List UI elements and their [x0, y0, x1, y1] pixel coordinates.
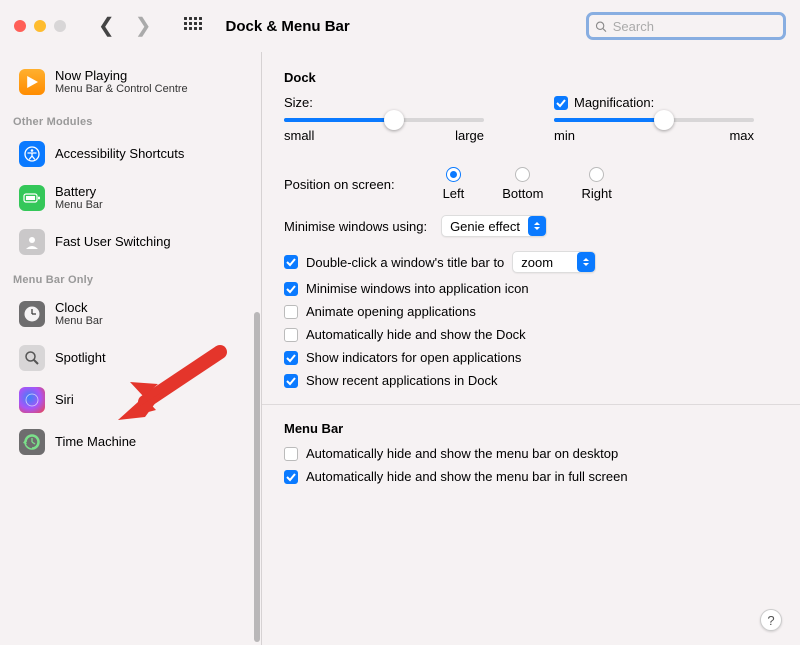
- menubar-section-title: Menu Bar: [284, 421, 778, 436]
- doubleclick-value: zoom: [521, 255, 569, 270]
- sidebar-item-sub: Menu Bar: [55, 315, 103, 328]
- minimise-using-value: Genie effect: [450, 219, 520, 234]
- sidebar-item-label: Time Machine: [55, 434, 136, 450]
- opt-label: Automatically hide and show the menu bar…: [306, 446, 618, 461]
- magnification-checkbox[interactable]: [554, 96, 568, 110]
- forward-button[interactable]: ❯: [135, 16, 152, 36]
- siri-icon: [19, 387, 45, 413]
- search-input[interactable]: [613, 19, 777, 34]
- sidebar: Now Playing Menu Bar & Control Centre Ot…: [0, 52, 261, 645]
- minimise-using-label: Minimise windows using:: [284, 219, 427, 234]
- position-right-label: Right: [581, 186, 611, 201]
- sidebar-item-label: Accessibility Shortcuts: [55, 146, 184, 162]
- opt-label: Automatically hide and show the menu bar…: [306, 469, 628, 484]
- opt-label: Automatically hide and show the Dock: [306, 327, 526, 342]
- opt-label: Show recent applications in Dock: [306, 373, 498, 388]
- menubar-autohide-desktop-checkbox[interactable]: [284, 447, 298, 461]
- sidebar-item-label: Now Playing: [55, 68, 188, 84]
- search-field[interactable]: [586, 12, 786, 40]
- position-bottom-label: Bottom: [502, 186, 543, 201]
- sidebar-item-clock[interactable]: Clock Menu Bar: [9, 292, 255, 336]
- mag-max-label: max: [729, 128, 754, 143]
- sidebar-item-accessibility-shortcuts[interactable]: Accessibility Shortcuts: [9, 134, 255, 174]
- nav-arrows: ❮ ❯: [98, 16, 152, 36]
- sidebar-item-label: Fast User Switching: [55, 234, 171, 250]
- window-title: Dock & Menu Bar: [226, 18, 350, 35]
- position-left-radio[interactable]: [446, 167, 461, 182]
- show-all-icon[interactable]: [184, 17, 202, 35]
- sidebar-item-time-machine[interactable]: Time Machine: [9, 422, 255, 462]
- position-right-radio[interactable]: [589, 167, 604, 182]
- user-icon: [19, 229, 45, 255]
- time-machine-icon: [19, 429, 45, 455]
- opt-autohide-dock-checkbox[interactable]: [284, 328, 298, 342]
- main-split: Now Playing Menu Bar & Control Centre Ot…: [0, 52, 800, 645]
- sidebar-item-spotlight[interactable]: Spotlight: [9, 338, 255, 378]
- maximize-button[interactable]: [54, 20, 66, 32]
- opt-label: Show indicators for open applications: [306, 350, 521, 365]
- position-bottom-radio[interactable]: [515, 167, 530, 182]
- now-playing-icon: [19, 69, 45, 95]
- magnification-label: Magnification:: [574, 95, 654, 110]
- help-button[interactable]: ?: [760, 609, 782, 631]
- size-label: Size:: [284, 95, 313, 110]
- doubleclick-checkbox[interactable]: [284, 255, 298, 269]
- magnification-slider[interactable]: [554, 118, 754, 122]
- menubar-autohide-fullscreen-checkbox[interactable]: [284, 470, 298, 484]
- mag-min-label: min: [554, 128, 575, 143]
- sidebar-item-sub: Menu Bar & Control Centre: [55, 83, 188, 96]
- clock-icon: [19, 301, 45, 327]
- size-max-label: large: [455, 128, 484, 143]
- doubleclick-label: Double-click a window's title bar to: [306, 255, 504, 270]
- select-caret-icon: [577, 252, 595, 272]
- sidebar-item-battery[interactable]: Battery Menu Bar: [9, 176, 255, 220]
- sidebar-section-menubar-only: Menu Bar Only: [3, 264, 261, 290]
- opt-recent-apps-checkbox[interactable]: [284, 374, 298, 388]
- opt-label: Animate opening applications: [306, 304, 476, 319]
- spotlight-icon: [19, 345, 45, 371]
- close-button[interactable]: [14, 20, 26, 32]
- doubleclick-select[interactable]: zoom: [512, 251, 596, 273]
- position-label: Position on screen:: [284, 177, 395, 192]
- sidebar-item-now-playing[interactable]: Now Playing Menu Bar & Control Centre: [9, 60, 255, 104]
- opt-minimise-into-icon-checkbox[interactable]: [284, 282, 298, 296]
- sidebar-item-sub: Menu Bar: [55, 199, 103, 212]
- sidebar-section-other-modules: Other Modules: [3, 106, 261, 132]
- window-controls: [14, 20, 66, 32]
- sidebar-item-label: Clock: [55, 300, 103, 316]
- sidebar-item-label: Spotlight: [55, 350, 106, 366]
- titlebar: ❮ ❯ Dock & Menu Bar: [0, 0, 800, 52]
- size-slider-block: Size: small large: [284, 95, 484, 143]
- battery-icon: [19, 185, 45, 211]
- sidebar-item-label: Siri: [55, 392, 74, 408]
- size-min-label: small: [284, 128, 314, 143]
- sidebar-scrollbar[interactable]: [254, 312, 260, 642]
- opt-indicators-checkbox[interactable]: [284, 351, 298, 365]
- opt-animate-checkbox[interactable]: [284, 305, 298, 319]
- opt-label: Minimise windows into application icon: [306, 281, 529, 296]
- content-pane: Dock Size: small large Magnification:: [261, 52, 800, 645]
- accessibility-icon: [19, 141, 45, 167]
- position-left-label: Left: [443, 186, 465, 201]
- minimise-using-select[interactable]: Genie effect: [441, 215, 547, 237]
- search-icon: [595, 20, 607, 33]
- section-divider: [262, 404, 800, 405]
- minimize-button[interactable]: [34, 20, 46, 32]
- size-slider[interactable]: [284, 118, 484, 122]
- magnification-slider-block: Magnification: min max: [554, 95, 754, 143]
- select-caret-icon: [528, 216, 546, 236]
- position-radio-group: Left Bottom Right: [443, 167, 612, 201]
- sidebar-item-label: Battery: [55, 184, 103, 200]
- back-button[interactable]: ❮: [98, 16, 115, 36]
- sidebar-item-fast-user-switching[interactable]: Fast User Switching: [9, 222, 255, 262]
- sidebar-item-siri[interactable]: Siri: [9, 380, 255, 420]
- dock-section-title: Dock: [284, 70, 778, 85]
